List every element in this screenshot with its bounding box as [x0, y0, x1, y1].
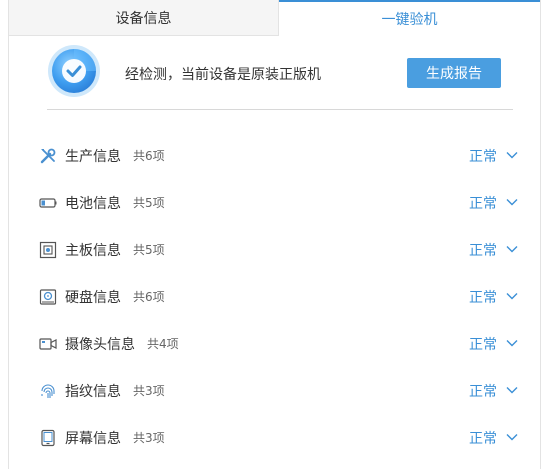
item-status: 正常: [469, 148, 497, 165]
item-count: 共3项: [133, 384, 165, 398]
check-item-production[interactable]: 生产信息 共6项 正常: [39, 132, 519, 179]
item-status: 正常: [469, 336, 497, 353]
item-count: 共3项: [133, 431, 165, 445]
item-status: 正常: [469, 383, 497, 400]
item-title: 硬盘信息: [65, 289, 121, 306]
chevron-down-icon[interactable]: [505, 242, 519, 256]
chevron-down-icon[interactable]: [505, 430, 519, 444]
chevron-down-icon[interactable]: [505, 289, 519, 303]
chevron-down-icon[interactable]: [505, 383, 519, 397]
item-title: 电池信息: [65, 195, 121, 212]
check-item-battery[interactable]: 电池信息 共5项 正常: [39, 179, 519, 226]
item-count: 共5项: [133, 196, 165, 210]
disk-icon: [39, 288, 57, 306]
chevron-down-icon[interactable]: [505, 336, 519, 350]
generate-report-button[interactable]: 生成报告: [407, 58, 501, 88]
camera-icon: [39, 335, 57, 353]
item-status: 正常: [469, 195, 497, 212]
item-title: 屏幕信息: [65, 430, 121, 447]
fingerprint-icon: [39, 382, 57, 400]
item-status: 正常: [469, 242, 497, 259]
tools-icon: [39, 147, 57, 165]
check-item-camera[interactable]: 摄像头信息 共4项 正常: [39, 320, 519, 367]
item-status: 正常: [469, 289, 497, 306]
check-item-disk[interactable]: 硬盘信息 共6项 正常: [39, 273, 519, 320]
item-title: 摄像头信息: [65, 336, 135, 353]
check-summary: 经检测，当前设备是原装正版机 生成报告: [47, 44, 513, 110]
chevron-down-icon[interactable]: [505, 148, 519, 162]
motherboard-icon: [39, 241, 57, 259]
verification-panel: 设备信息 一键验机 经检测，当前设备是原装正版机 生成报告 生产信息 共6项 正…: [8, 0, 541, 469]
item-title: 主板信息: [65, 242, 121, 259]
check-item-fingerprint[interactable]: 指纹信息 共3项 正常: [39, 367, 519, 414]
item-title: 生产信息: [65, 148, 121, 165]
tab-one-key-check[interactable]: 一键验机: [279, 0, 540, 36]
item-status: 正常: [469, 430, 497, 447]
item-count: 共6项: [133, 149, 165, 163]
screen-icon: [39, 429, 57, 447]
item-count: 共6项: [133, 290, 165, 304]
item-title: 指纹信息: [65, 383, 121, 400]
check-item-motherboard[interactable]: 主板信息 共5项 正常: [39, 226, 519, 273]
tab-device-info[interactable]: 设备信息: [9, 0, 279, 36]
battery-icon: [39, 194, 57, 212]
summary-message: 经检测，当前设备是原装正版机: [125, 67, 321, 83]
tab-bar: 设备信息 一键验机: [9, 0, 540, 36]
check-item-screen[interactable]: 屏幕信息 共3项 正常: [39, 414, 519, 461]
item-count: 共5项: [133, 243, 165, 257]
chevron-down-icon[interactable]: [505, 195, 519, 209]
item-count: 共4项: [147, 337, 179, 351]
verified-shield-icon: [48, 45, 100, 97]
check-items-list: 生产信息 共6项 正常 电池信息 共5项 正常 主板信息 共5项 正常 硬盘信息…: [39, 132, 519, 461]
